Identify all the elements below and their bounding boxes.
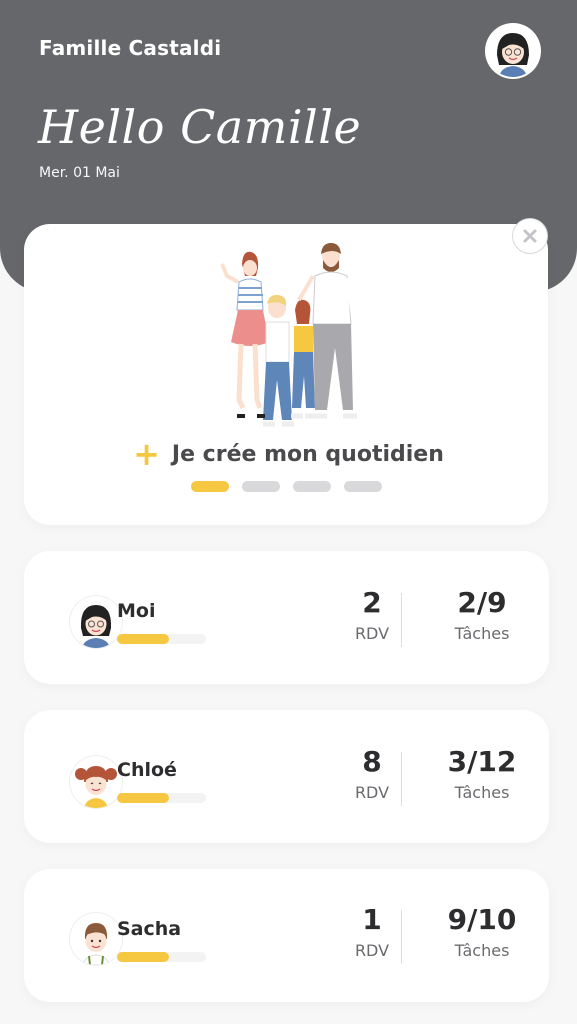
- woman-avatar-icon: [70, 596, 122, 648]
- member-name: Moi: [117, 600, 156, 622]
- tasks-label: Tâches: [454, 624, 510, 643]
- rdv-stat[interactable]: 1 RDV: [342, 903, 402, 961]
- pagination-dot[interactable]: [191, 481, 229, 492]
- member-progress-bar: [117, 793, 206, 803]
- pagination-dot[interactable]: [242, 481, 280, 492]
- rdv-count: 1: [362, 903, 382, 936]
- rdv-label: RDV: [354, 783, 390, 802]
- rdv-label: RDV: [354, 941, 390, 960]
- stat-divider: [401, 910, 402, 964]
- family-name[interactable]: Famille Castaldi: [39, 36, 221, 60]
- member-progress-bar: [117, 634, 206, 644]
- rdv-stat[interactable]: 8 RDV: [342, 745, 402, 803]
- stat-divider: [401, 593, 402, 647]
- family-illustration: [220, 243, 359, 427]
- pagination-dots[interactable]: [191, 481, 382, 492]
- close-icon: [523, 229, 537, 243]
- tasks-label: Tâches: [454, 783, 510, 802]
- member-name: Sacha: [117, 918, 182, 940]
- plus-icon: +: [133, 435, 160, 473]
- member-progress-fill: [117, 634, 169, 644]
- member-progress-bar: [117, 952, 206, 962]
- girl-avatar-icon: [70, 756, 122, 808]
- date-label: Mer. 01 Mai: [39, 165, 120, 181]
- member-avatar: [70, 596, 122, 648]
- tasks-stat[interactable]: 3/12 Tâches: [442, 745, 522, 803]
- tasks-count: 9/10: [447, 903, 517, 936]
- member-avatar: [70, 913, 122, 965]
- pagination-dot[interactable]: [293, 481, 331, 492]
- rdv-count: 8: [362, 745, 382, 778]
- tasks-label: Tâches: [454, 941, 510, 960]
- member-avatar: [70, 756, 122, 808]
- member-name: Chloé: [117, 759, 177, 781]
- tasks-stat[interactable]: 2/9 Tâches: [442, 586, 522, 644]
- member-progress-fill: [117, 793, 169, 803]
- close-button[interactable]: [512, 218, 548, 254]
- tasks-count: 3/12: [447, 745, 517, 778]
- member-progress-fill: [117, 952, 169, 962]
- tasks-count: 2/9: [457, 586, 507, 619]
- boy-avatar-icon: [70, 913, 122, 965]
- cta-label: Je crée mon quotidien: [171, 441, 444, 467]
- greeting: Hello Camille: [38, 100, 362, 154]
- rdv-count: 2: [362, 586, 382, 619]
- create-routine-cta[interactable]: + Je crée mon quotidien: [0, 435, 577, 473]
- rdv-stat[interactable]: 2 RDV: [342, 586, 402, 644]
- tasks-stat[interactable]: 9/10 Tâches: [442, 903, 522, 961]
- user-avatar[interactable]: [487, 25, 539, 77]
- rdv-label: RDV: [354, 624, 390, 643]
- woman-avatar-icon: [487, 25, 539, 77]
- stat-divider: [401, 752, 402, 806]
- pagination-dot[interactable]: [344, 481, 382, 492]
